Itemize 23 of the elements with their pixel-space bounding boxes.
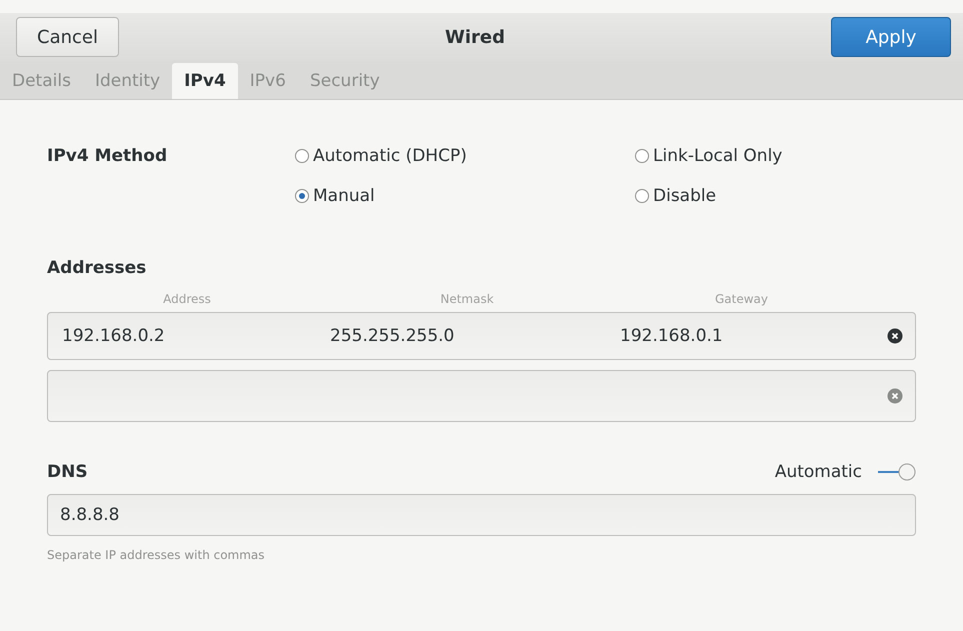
remove-icon[interactable] <box>887 328 903 344</box>
hint-text: Separate IP addresses with commas <box>47 548 266 562</box>
column-label: Netmask <box>440 292 494 306</box>
radio-option[interactable]: Manual <box>295 186 375 206</box>
radio-option[interactable]: Link-Local Only <box>635 146 782 166</box>
gateway-value: 192.168.0.1 <box>620 326 724 346</box>
apply-button[interactable]: Apply <box>830 17 951 57</box>
address-value: 192.168.0.2 <box>62 326 166 346</box>
column-label: Gateway <box>714 292 768 306</box>
radio-option[interactable]: Disable <box>635 186 716 206</box>
section-title: Addresses <box>47 258 148 278</box>
tab[interactable]: IPv4 <box>172 63 238 99</box>
automatic-label: Automatic <box>774 462 862 482</box>
window-title: Wired <box>444 26 505 48</box>
column-label: Address <box>163 292 211 306</box>
radio-option[interactable]: Automatic (DHCP) <box>295 146 467 166</box>
section-title: DNS <box>47 462 88 482</box>
cancel-button[interactable]: Cancel <box>16 17 119 57</box>
netmask-value: 255.255.255.0 <box>330 326 456 346</box>
address-row[interactable]: 192.168.0.2 255.255.255.0 192.168.0.1 <box>47 312 916 360</box>
automatic-switch[interactable] <box>876 462 916 482</box>
dns-field[interactable]: 8.8.8.8 <box>47 494 916 536</box>
method-label: IPv4 Method <box>47 146 168 166</box>
